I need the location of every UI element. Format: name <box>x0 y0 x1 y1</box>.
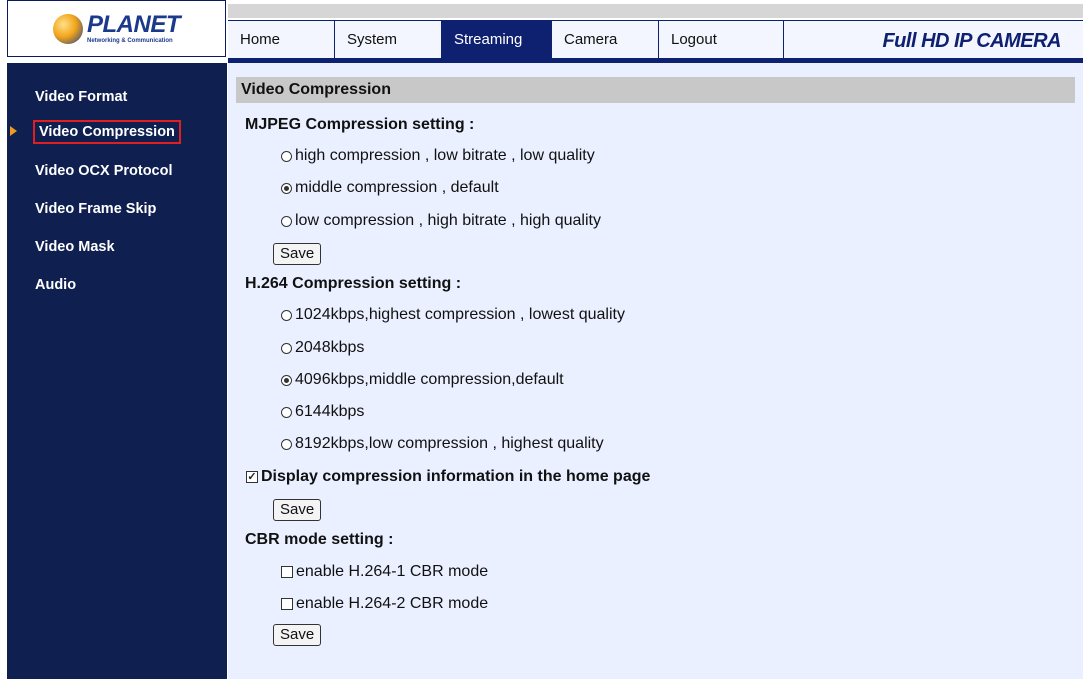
cbr-option-h264-2[interactable]: enable H.264-2 CBR mode <box>281 595 488 613</box>
option-label: enable H.264-2 CBR mode <box>296 595 489 612</box>
checkbox[interactable] <box>281 566 293 578</box>
radio-button[interactable] <box>281 215 292 227</box>
h264-option-4096kbps[interactable]: 4096kbps,middle compression,default <box>281 371 564 389</box>
radio-button[interactable] <box>281 309 292 321</box>
sidebar: Video Format Video Compression Video OCX… <box>7 63 227 679</box>
h264-section-title: H.264 Compression setting : <box>245 275 462 292</box>
logo-area: PLANET Networking & Communication <box>7 0 226 57</box>
option-label: 6144kbps <box>295 403 365 420</box>
option-label: enable H.264-1 CBR mode <box>296 563 489 580</box>
radio-button[interactable] <box>281 150 292 162</box>
top-nav: Home System Streaming Camera Logout Full… <box>228 20 1083 63</box>
cbr-save-button[interactable]: Save <box>273 624 322 646</box>
planet-logo-icon <box>53 13 83 44</box>
h264-option-8192kbps[interactable]: 8192kbps,low compression , highest quali… <box>281 435 604 453</box>
display-info-checkbox[interactable]: ✓ <box>246 471 258 483</box>
mjpeg-section-title: MJPEG Compression setting : <box>245 116 475 133</box>
h264-save-button[interactable]: Save <box>273 499 322 521</box>
cbr-section-title: CBR mode setting : <box>245 531 394 548</box>
radio-button-selected[interactable] <box>281 182 292 194</box>
mjpeg-option-high-compression[interactable]: high compression , low bitrate , low qua… <box>281 147 595 165</box>
active-arrow-icon <box>10 126 17 136</box>
option-label: 2048kbps <box>295 339 365 356</box>
checkbox[interactable] <box>281 598 293 610</box>
sidebar-item-video-frame-skip[interactable]: Video Frame Skip <box>35 201 156 217</box>
sidebar-item-video-ocx-protocol[interactable]: Video OCX Protocol <box>35 163 173 179</box>
radio-button[interactable] <box>281 406 292 418</box>
page-title: Video Compression <box>236 77 1075 103</box>
tab-home[interactable]: Home <box>228 20 335 58</box>
h264-option-6144kbps[interactable]: 6144kbps <box>281 403 364 421</box>
main-content: Video Compression MJPEG Compression sett… <box>228 63 1083 679</box>
display-info-label: Display compression information in the h… <box>261 468 651 485</box>
option-label: 8192kbps,low compression , highest quali… <box>295 435 604 452</box>
h264-option-2048kbps[interactable]: 2048kbps <box>281 339 364 357</box>
mjpeg-option-middle-compression[interactable]: middle compression , default <box>281 179 499 197</box>
option-label: middle compression , default <box>295 179 499 196</box>
radio-button[interactable] <box>281 342 292 354</box>
app-frame: PLANET Networking & Communication Home S… <box>7 0 1083 679</box>
display-info-option[interactable]: ✓ Display compression information in the… <box>246 468 650 486</box>
h264-option-1024kbps[interactable]: 1024kbps,highest compression , lowest qu… <box>281 306 625 324</box>
tab-logout[interactable]: Logout <box>659 20 784 58</box>
top-strip <box>228 4 1083 18</box>
option-label: high compression , low bitrate , low qua… <box>295 147 595 164</box>
mjpeg-save-button[interactable]: Save <box>273 243 322 265</box>
mjpeg-option-low-compression[interactable]: low compression , high bitrate , high qu… <box>281 212 601 230</box>
tab-camera[interactable]: Camera <box>552 20 659 58</box>
option-label: 4096kbps,middle compression,default <box>295 371 564 388</box>
sidebar-item-video-compression[interactable]: Video Compression <box>33 120 181 144</box>
sidebar-item-audio[interactable]: Audio <box>35 277 76 293</box>
radio-button-selected[interactable] <box>281 374 292 386</box>
logo-sub-text: Networking & Communication <box>87 38 173 44</box>
option-label: low compression , high bitrate , high qu… <box>295 212 601 229</box>
brand-title: Full HD IP CAMERA <box>784 20 1083 58</box>
sidebar-item-video-format[interactable]: Video Format <box>35 89 127 105</box>
tab-system[interactable]: System <box>335 20 442 58</box>
option-label: 1024kbps,highest compression , lowest qu… <box>295 306 625 323</box>
logo-main-text: PLANET <box>87 11 181 38</box>
planet-logo: PLANET Networking & Communication <box>53 11 181 44</box>
cbr-option-h264-1[interactable]: enable H.264-1 CBR mode <box>281 563 488 581</box>
sidebar-item-video-mask[interactable]: Video Mask <box>35 239 115 255</box>
radio-button[interactable] <box>281 438 292 450</box>
tab-streaming[interactable]: Streaming <box>442 20 552 58</box>
